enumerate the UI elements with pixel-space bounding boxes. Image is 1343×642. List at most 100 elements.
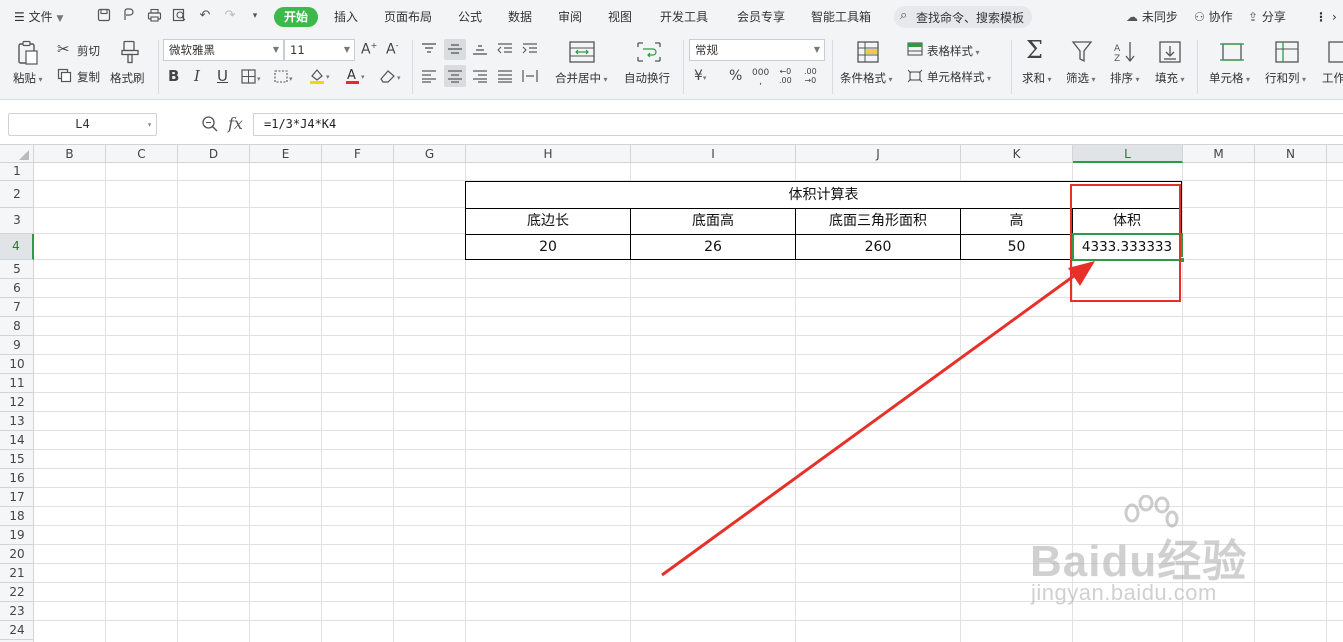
- format-painter-icon[interactable]: [120, 40, 140, 66]
- italic-icon[interactable]: I: [194, 69, 200, 84]
- tab-review[interactable]: 审阅: [558, 7, 582, 27]
- align-center-icon[interactable]: [444, 65, 466, 87]
- row-header[interactable]: 3: [0, 208, 34, 234]
- paste-icon[interactable]: [16, 40, 40, 68]
- row-header[interactable]: 6: [0, 279, 34, 298]
- number-format-select[interactable]: 常规 ▼: [689, 39, 825, 61]
- print-icon[interactable]: [146, 8, 162, 24]
- tab-formulas[interactable]: 公式: [458, 7, 482, 27]
- column-header[interactable]: M: [1183, 145, 1255, 163]
- align-right-icon[interactable]: [472, 69, 488, 85]
- command-search[interactable]: ⌕ 查找命令、搜索模板: [894, 6, 1032, 28]
- format-painter-button[interactable]: 格式刷: [110, 70, 145, 86]
- align-middle-icon[interactable]: [444, 39, 466, 60]
- increase-indent-icon[interactable]: [522, 42, 538, 58]
- tab-developer[interactable]: 开发工具: [660, 7, 708, 27]
- tab-membership[interactable]: 会员专享: [737, 7, 785, 27]
- row-header[interactable]: 5: [0, 260, 34, 279]
- merge-center-button[interactable]: 合并居中 ▾: [555, 70, 608, 86]
- rows-columns-button[interactable]: 行和列 ▾: [1265, 70, 1306, 86]
- sync-status[interactable]: ☁ 未同步: [1126, 7, 1178, 27]
- cut-button[interactable]: 剪切: [77, 43, 100, 59]
- tab-home[interactable]: 开始: [274, 7, 319, 27]
- distribute-icon[interactable]: [522, 69, 538, 85]
- decrease-font-icon[interactable]: A-: [386, 42, 398, 57]
- borders-icon[interactable]: ▾: [241, 69, 263, 86]
- row-header[interactable]: 14: [0, 431, 34, 450]
- filter-icon[interactable]: [1071, 40, 1093, 66]
- copy-button[interactable]: 复制: [77, 69, 100, 85]
- share-button[interactable]: ⇪ 分享: [1248, 7, 1286, 27]
- merge-center-icon[interactable]: [568, 40, 596, 66]
- column-header[interactable]: I: [631, 145, 796, 163]
- sum-button[interactable]: 求和 ▾: [1022, 70, 1052, 86]
- value-cell[interactable]: 20: [465, 234, 631, 260]
- font-size-select[interactable]: 11 ▼: [284, 39, 355, 61]
- customize-toolbar-icon[interactable]: ▾: [247, 8, 263, 24]
- row-header[interactable]: 24: [0, 621, 34, 640]
- sort-icon[interactable]: AZ: [1113, 40, 1137, 66]
- row-header[interactable]: 12: [0, 393, 34, 412]
- undo-icon[interactable]: ↶: [197, 8, 213, 24]
- row-header[interactable]: 13: [0, 412, 34, 431]
- cell-button[interactable]: 单元格 ▾: [1209, 70, 1250, 86]
- row-header[interactable]: 15: [0, 450, 34, 469]
- row-header[interactable]: 19: [0, 526, 34, 545]
- decrease-decimal-icon[interactable]: .00 →0: [804, 67, 817, 85]
- align-bottom-icon[interactable]: [472, 42, 488, 58]
- underline-icon[interactable]: U: [217, 69, 228, 84]
- column-header[interactable]: N: [1255, 145, 1327, 163]
- name-box[interactable]: L4 ▾: [8, 113, 157, 136]
- row-header[interactable]: 23: [0, 602, 34, 621]
- row-header[interactable]: 11: [0, 374, 34, 393]
- cell-style-button[interactable]: 单元格样式 ▾: [927, 69, 991, 85]
- header-cell[interactable]: 底边长: [465, 208, 631, 235]
- align-top-icon[interactable]: [421, 42, 437, 58]
- font-color-icon[interactable]: A ▾: [344, 67, 368, 87]
- column-header[interactable]: J: [796, 145, 961, 163]
- tab-view[interactable]: 视图: [608, 7, 632, 27]
- tab-insert[interactable]: 插入: [334, 7, 358, 27]
- row-header[interactable]: 22: [0, 583, 34, 602]
- save-icon[interactable]: [96, 8, 112, 24]
- align-left-icon[interactable]: [421, 69, 437, 85]
- row-header[interactable]: 20: [0, 545, 34, 564]
- select-all-corner[interactable]: [0, 145, 34, 163]
- column-header[interactable]: B: [34, 145, 106, 163]
- formula-input[interactable]: =1/3*J4*K4: [253, 113, 1343, 136]
- column-header[interactable]: G: [394, 145, 466, 163]
- row-header[interactable]: 10: [0, 355, 34, 374]
- column-header[interactable]: E: [250, 145, 322, 163]
- tab-smart-toolbox[interactable]: 智能工具箱: [811, 7, 871, 27]
- collaborate-button[interactable]: ⚇ 协作: [1194, 7, 1233, 27]
- thousands-separator-icon[interactable]: 000,: [752, 69, 769, 87]
- worksheet-icon[interactable]: [1327, 40, 1343, 66]
- increase-decimal-icon[interactable]: ←0.00: [779, 67, 792, 85]
- wrap-text-button[interactable]: 自动换行: [624, 70, 670, 86]
- increase-font-icon[interactable]: A+: [361, 42, 377, 57]
- decrease-indent-icon[interactable]: [497, 42, 513, 58]
- justify-icon[interactable]: [497, 69, 513, 85]
- redo-icon[interactable]: ↷: [222, 8, 238, 24]
- currency-icon[interactable]: ¥▾: [694, 69, 706, 83]
- percent-icon[interactable]: %: [729, 69, 742, 83]
- fill-pattern-icon[interactable]: ▾: [274, 69, 296, 86]
- column-header[interactable]: C: [106, 145, 178, 163]
- overflow-icon[interactable]: ›: [1332, 7, 1337, 27]
- tab-page-layout[interactable]: 页面布局: [384, 7, 432, 27]
- row-header[interactable]: 16: [0, 469, 34, 488]
- paste-button[interactable]: 粘贴 ▾: [13, 70, 43, 86]
- eraser-icon[interactable]: ▾: [378, 68, 404, 86]
- header-cell[interactable]: 高: [960, 208, 1073, 235]
- worksheet-button[interactable]: 工作: [1322, 70, 1343, 86]
- column-header[interactable]: K: [961, 145, 1073, 163]
- filter-button[interactable]: 筛选 ▾: [1066, 70, 1096, 86]
- tab-data[interactable]: 数据: [508, 7, 532, 27]
- fill-down-icon[interactable]: [1158, 40, 1182, 66]
- print-preview-icon[interactable]: [171, 8, 187, 24]
- row-header-selected[interactable]: 4: [0, 234, 34, 260]
- row-header[interactable]: 1: [0, 163, 34, 181]
- insert-function-icon[interactable]: fx: [228, 114, 243, 133]
- fill-button[interactable]: 填充 ▾: [1155, 70, 1185, 86]
- wrap-text-icon[interactable]: [636, 40, 662, 66]
